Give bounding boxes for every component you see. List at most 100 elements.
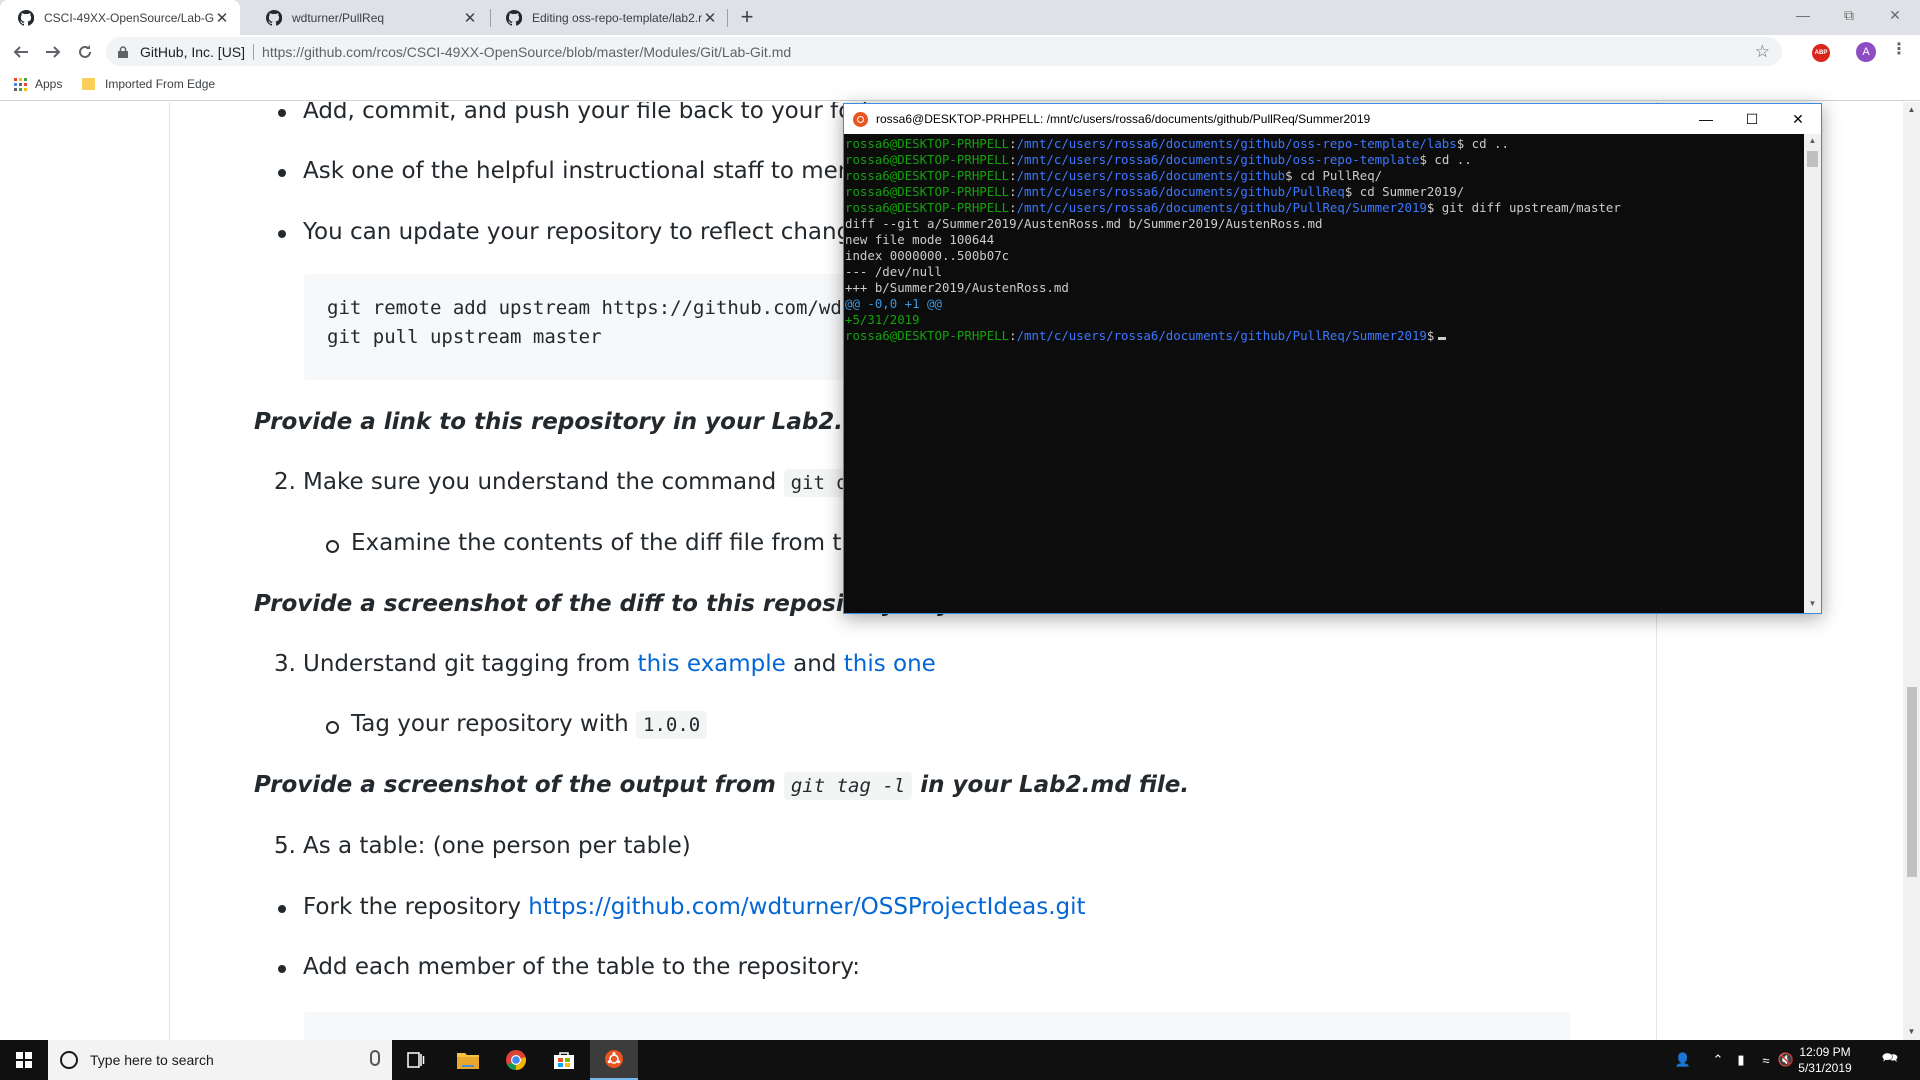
- close-tab-icon[interactable]: ✕: [214, 9, 230, 27]
- file-explorer-icon[interactable]: [444, 1040, 492, 1080]
- lock-icon: [118, 45, 132, 58]
- prompt-path: /mnt/c/users/rossa6/documents/github/Pul…: [1016, 328, 1427, 343]
- command-text: $ cd Summer2019/: [1344, 184, 1465, 199]
- command-text: $ git diff upstream/master: [1426, 200, 1621, 215]
- microphone-icon[interactable]: [370, 1050, 380, 1066]
- people-icon[interactable]: 👤: [1670, 1040, 1696, 1080]
- forward-arrow-icon: [46, 46, 61, 58]
- windows-logo-icon: [16, 1052, 32, 1068]
- close-tab-icon[interactable]: ✕: [702, 9, 718, 27]
- list-item-as-table: As a table: (one person per table): [303, 833, 691, 859]
- close-tab-icon[interactable]: ✕: [462, 9, 478, 27]
- clock-date: 5/31/2019: [1798, 1061, 1852, 1075]
- microsoft-store-icon[interactable]: [540, 1040, 588, 1080]
- tab-title: Editing oss-repo-template/lab2.r: [532, 10, 702, 25]
- notifications-icon[interactable]: 🗪: [1870, 1040, 1910, 1080]
- terminal-titlebar[interactable]: rossa6@DESKTOP-PRHPELL: /mnt/c/users/ros…: [844, 104, 1821, 134]
- minimize-icon[interactable]: —: [1780, 0, 1826, 30]
- system-clock[interactable]: 12:09 PM 5/31/2019: [1790, 1044, 1860, 1076]
- link-oss-project-ideas[interactable]: https://github.com/wdturner/OSSProjectId…: [528, 894, 1085, 920]
- terminal-line: rossa6@DESKTOP-PRHPELL:/mnt/c/users/ross…: [845, 152, 1472, 167]
- page-scrollbar[interactable]: ▲ ▼: [1903, 102, 1920, 1040]
- task-view-icon[interactable]: [392, 1040, 440, 1080]
- clock-time: 12:09 PM: [1799, 1045, 1851, 1059]
- tab-title: CSCI-49XX-OpenSource/Lab-Git.: [44, 10, 214, 25]
- diff-output-line: index 0000000..500b07c: [845, 248, 1010, 263]
- back-button[interactable]: [8, 39, 34, 65]
- terminal-prompt-line: rossa6@DESKTOP-PRHPELL:/mnt/c/users/ross…: [845, 328, 1804, 344]
- prompt-user: rossa6@DESKTOP-PRHPELL: [845, 168, 1010, 183]
- address-bar[interactable]: GitHub, Inc. [US] https://github.com/rco…: [106, 37, 1782, 66]
- link-this-one[interactable]: this one: [844, 651, 936, 677]
- link-this-example[interactable]: this example: [638, 651, 786, 677]
- github-icon: [266, 9, 282, 26]
- terminal-line: rossa6@DESKTOP-PRHPELL:/mnt/c/users/ross…: [845, 200, 1621, 215]
- scroll-up-icon[interactable]: ▲: [1804, 136, 1821, 145]
- adblock-plus-icon[interactable]: ABP: [1812, 44, 1830, 62]
- chrome-icon[interactable]: [492, 1040, 540, 1080]
- minimize-icon[interactable]: —: [1683, 104, 1729, 134]
- list-item-text: and: [793, 651, 837, 677]
- windows-start-button[interactable]: [0, 1040, 48, 1080]
- diff-output-line: +++ b/Summer2019/AustenRoss.md: [845, 280, 1069, 295]
- bookmarks-bar: Apps Imported From Edge: [0, 69, 1920, 101]
- list-item-text: Tag your repository with: [351, 711, 629, 737]
- divider: [253, 43, 255, 60]
- bookmark-star-icon[interactable]: ☆: [1755, 42, 1770, 62]
- reload-button[interactable]: [72, 39, 98, 65]
- scrollbar-thumb[interactable]: [1907, 687, 1917, 877]
- reload-icon: [79, 45, 91, 58]
- list-item-understand-diff: Make sure you understand the command git…: [303, 469, 878, 497]
- scroll-up-icon[interactable]: ▲: [1903, 105, 1920, 114]
- folder-icon: [82, 78, 95, 90]
- inline-code: git tag -l: [783, 772, 913, 800]
- scroll-down-icon[interactable]: ▼: [1804, 599, 1821, 608]
- tab-lab-git[interactable]: CSCI-49XX-OpenSource/Lab-Git. ✕: [0, 0, 240, 35]
- list-number: 2.: [274, 469, 296, 495]
- list-number: 3.: [274, 651, 296, 677]
- new-tab-button[interactable]: +: [735, 4, 759, 30]
- prompt-path: /mnt/c/users/rossa6/documents/github/Pul…: [1016, 184, 1345, 199]
- command-text: $ cd PullReq/: [1285, 168, 1383, 183]
- terminal-output[interactable]: rossa6@DESKTOP-PRHPELL:/mnt/c/users/ross…: [844, 134, 1804, 613]
- terminal-window[interactable]: rossa6@DESKTOP-PRHPELL: /mnt/c/users/ros…: [843, 103, 1822, 614]
- command-text: $: [1426, 328, 1435, 343]
- tab-editing-lab2[interactable]: Editing oss-repo-template/lab2.r ✕: [488, 0, 728, 35]
- list-item-git-tagging: Understand git tagging from this example…: [303, 651, 936, 677]
- command-text: $ cd ..: [1456, 136, 1509, 151]
- close-icon[interactable]: ✕: [1775, 104, 1821, 134]
- taskbar-search[interactable]: Type here to search: [48, 1040, 392, 1080]
- tab-pullreq[interactable]: wdturner/PullReq ✕: [248, 0, 488, 35]
- list-item-text: Fork the repository: [303, 894, 521, 920]
- search-placeholder: Type here to search: [90, 1052, 214, 1068]
- terminal-scrollbar[interactable]: ▲ ▼: [1804, 134, 1821, 613]
- restore-icon[interactable]: ⧉: [1826, 0, 1872, 30]
- scrollbar-thumb[interactable]: [1807, 151, 1818, 167]
- wifi-icon[interactable]: ≈: [1756, 1040, 1776, 1080]
- instruction-screenshot-tag: Provide a screenshot of the output from …: [254, 772, 1189, 800]
- close-window-icon[interactable]: ✕: [1872, 0, 1918, 30]
- scroll-down-icon[interactable]: ▼: [1903, 1027, 1920, 1036]
- tab-strip: CSCI-49XX-OpenSource/Lab-Git. ✕ wdturner…: [0, 0, 1920, 35]
- prompt-user: rossa6@DESKTOP-PRHPELL: [845, 184, 1010, 199]
- list-number: 5.: [274, 833, 296, 859]
- ubuntu-taskbar-icon[interactable]: [590, 1040, 638, 1080]
- diff-output-line: diff --git a/Summer2019/AustenRoss.md b/…: [845, 216, 1323, 231]
- prompt-path: /mnt/c/users/rossa6/documents/github/Pul…: [1016, 200, 1427, 215]
- profile-avatar[interactable]: A: [1856, 42, 1876, 62]
- bookmark-imported-from-edge[interactable]: Imported From Edge: [82, 77, 215, 91]
- ubuntu-icon: [853, 111, 868, 127]
- maximize-icon[interactable]: ☐: [1729, 104, 1775, 134]
- bookmark-apps[interactable]: Apps: [14, 77, 62, 91]
- list-item-text: Make sure you understand the command: [303, 469, 777, 495]
- chevron-up-icon[interactable]: ⌃: [1708, 1040, 1728, 1080]
- prompt-user: rossa6@DESKTOP-PRHPELL: [845, 200, 1010, 215]
- browser-menu-icon[interactable]: ⋮: [1891, 39, 1907, 59]
- forward-button[interactable]: [40, 39, 66, 65]
- prompt-user: rossa6@DESKTOP-PRHPELL: [845, 152, 1010, 167]
- battery-icon[interactable]: ▮: [1730, 1040, 1752, 1080]
- url-text[interactable]: https://github.com/rcos/CSCI-49XX-OpenSo…: [262, 44, 791, 60]
- bookmark-label: Apps: [35, 77, 63, 91]
- cortana-icon: [60, 1051, 78, 1069]
- diff-hunk-header: @@ -0,0 +1 @@: [845, 296, 942, 311]
